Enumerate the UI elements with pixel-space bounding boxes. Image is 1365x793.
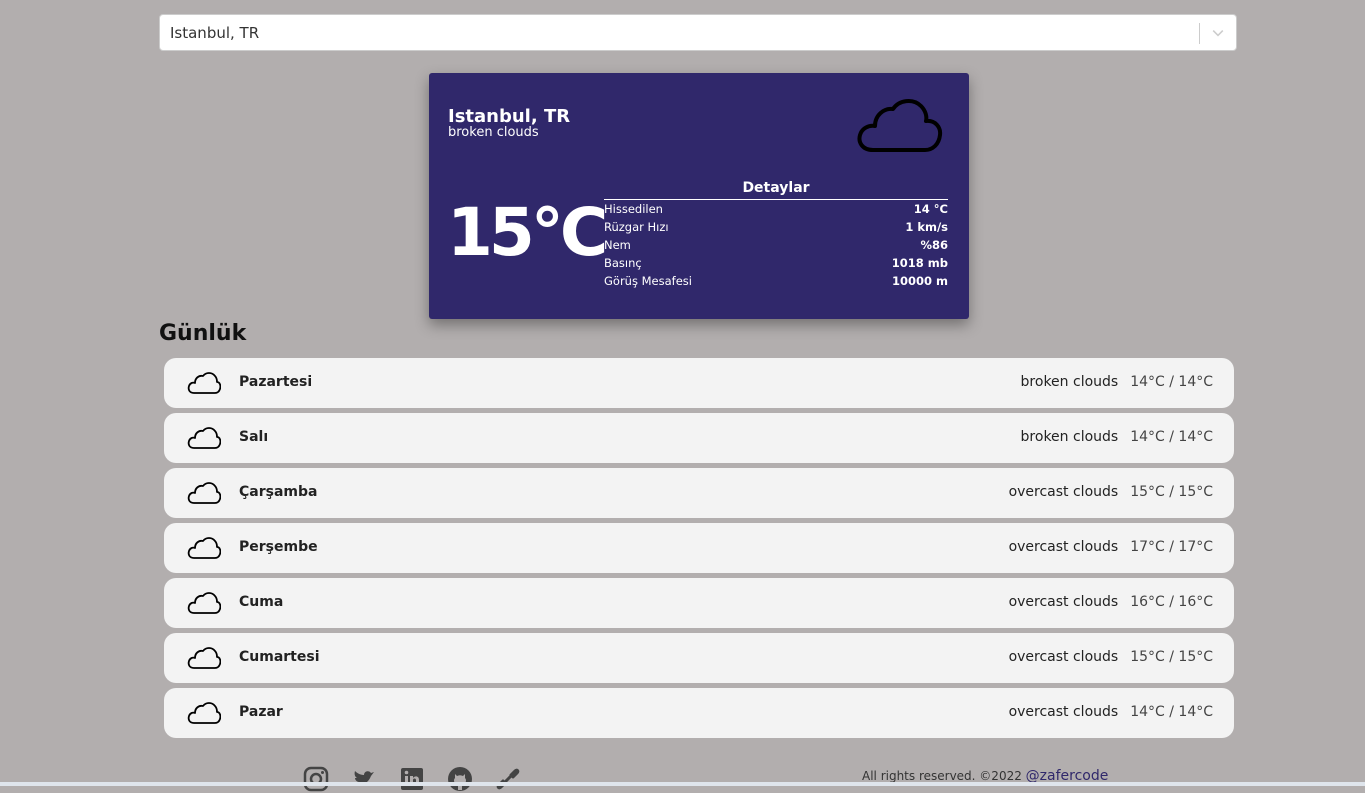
cloud-icon	[187, 537, 221, 559]
day-description: overcast clouds	[1008, 649, 1119, 665]
detail-row: Görüş Mesafesi 10000 m	[604, 272, 948, 290]
daily-row[interactable]: Perşembe overcast clouds 17°C / 17°C	[164, 523, 1234, 573]
detail-row: Rüzgar Hızı 1 km/s	[604, 218, 948, 236]
github-icon[interactable]	[446, 765, 474, 793]
day-temperatures: 14°C / 14°C	[1130, 704, 1213, 720]
day-temperatures: 14°C / 14°C	[1130, 374, 1213, 390]
daily-row[interactable]: Salı broken clouds 14°C / 14°C	[164, 413, 1234, 463]
day-description: overcast clouds	[1008, 484, 1119, 500]
chevron-down-icon[interactable]	[1210, 25, 1226, 41]
day-summary: overcast clouds 16°C / 16°C	[1009, 594, 1213, 610]
current-city: Istanbul, TR	[448, 106, 571, 127]
detail-value: 14 °C	[913, 202, 948, 216]
day-temperatures: 16°C / 16°C	[1130, 594, 1213, 610]
detail-label: Basınç	[604, 256, 642, 270]
cloud-icon	[187, 482, 221, 504]
cloud-icon	[187, 592, 221, 614]
detail-value: 1018 mb	[891, 256, 948, 270]
current-description: broken clouds	[448, 125, 539, 140]
detail-label: Görüş Mesafesi	[604, 274, 692, 288]
details-panel: Detaylar Hissedilen 14 °C Rüzgar Hızı 1 km/…	[604, 180, 948, 290]
twitter-icon[interactable]	[350, 765, 378, 793]
day-summary: overcast clouds 17°C / 17°C	[1009, 539, 1213, 555]
select-separator	[1199, 23, 1200, 44]
daily-row[interactable]: Pazar overcast clouds 14°C / 14°C	[164, 688, 1234, 738]
day-summary: broken clouds 14°C / 14°C	[1021, 374, 1213, 390]
copyright-text: All rights reserved. ©2022	[862, 769, 1022, 783]
day-temperatures: 17°C / 17°C	[1130, 539, 1213, 555]
day-temperatures: 15°C / 15°C	[1130, 649, 1213, 665]
daily-title: Günlük	[159, 321, 247, 346]
day-name: Pazartesi	[239, 374, 313, 390]
daily-row[interactable]: Pazartesi broken clouds 14°C / 14°C	[164, 358, 1234, 408]
day-name: Cumartesi	[239, 649, 320, 665]
day-name: Salı	[239, 429, 269, 445]
detail-value: 10000 m	[892, 274, 948, 288]
day-name: Perşembe	[239, 539, 318, 555]
day-description: broken clouds	[1020, 429, 1119, 445]
bottom-bar	[0, 782, 1365, 786]
day-description: overcast clouds	[1008, 594, 1119, 610]
day-summary: overcast clouds 15°C / 15°C	[1009, 484, 1213, 500]
daily-row[interactable]: Cuma overcast clouds 16°C / 16°C	[164, 578, 1234, 628]
detail-label: Rüzgar Hızı	[604, 220, 669, 234]
detail-label: Nem	[604, 238, 631, 252]
detail-value: 1 km/s	[905, 220, 948, 234]
city-select-value: Istanbul, TR	[170, 24, 260, 42]
day-name: Cuma	[239, 594, 284, 610]
instagram-icon[interactable]	[302, 765, 330, 793]
day-name: Pazar	[239, 704, 283, 720]
cloud-icon	[187, 702, 221, 724]
detail-row: Hissedilen 14 °C	[604, 200, 948, 218]
day-description: overcast clouds	[1008, 539, 1119, 555]
day-temperatures: 15°C / 15°C	[1130, 484, 1213, 500]
detail-row: Basınç 1018 mb	[604, 254, 948, 272]
cloud-icon	[857, 99, 943, 152]
day-summary: broken clouds 14°C / 14°C	[1021, 429, 1213, 445]
day-description: overcast clouds	[1008, 704, 1119, 720]
day-summary: overcast clouds 15°C / 15°C	[1009, 649, 1213, 665]
city-select[interactable]: Istanbul, TR	[159, 14, 1237, 51]
current-weather-card: Istanbul, TR broken clouds 15°C Detaylar…	[429, 73, 969, 319]
daily-row[interactable]: Çarşamba overcast clouds 15°C / 15°C	[164, 468, 1234, 518]
current-temperature: 15°C	[447, 194, 608, 271]
linkedin-icon[interactable]	[398, 765, 426, 793]
cloud-icon	[187, 427, 221, 449]
day-summary: overcast clouds 14°C / 14°C	[1009, 704, 1213, 720]
day-description: broken clouds	[1020, 374, 1119, 390]
cloud-icon	[187, 647, 221, 669]
cloud-icon	[187, 372, 221, 394]
details-title: Detaylar	[604, 180, 948, 200]
day-name: Çarşamba	[239, 484, 318, 500]
detail-label: Hissedilen	[604, 202, 663, 216]
daily-row[interactable]: Cumartesi overcast clouds 15°C / 15°C	[164, 633, 1234, 683]
detail-value: %86	[920, 238, 948, 252]
detail-row: Nem %86	[604, 236, 948, 254]
link-icon[interactable]	[494, 765, 522, 793]
day-temperatures: 14°C / 14°C	[1130, 429, 1213, 445]
